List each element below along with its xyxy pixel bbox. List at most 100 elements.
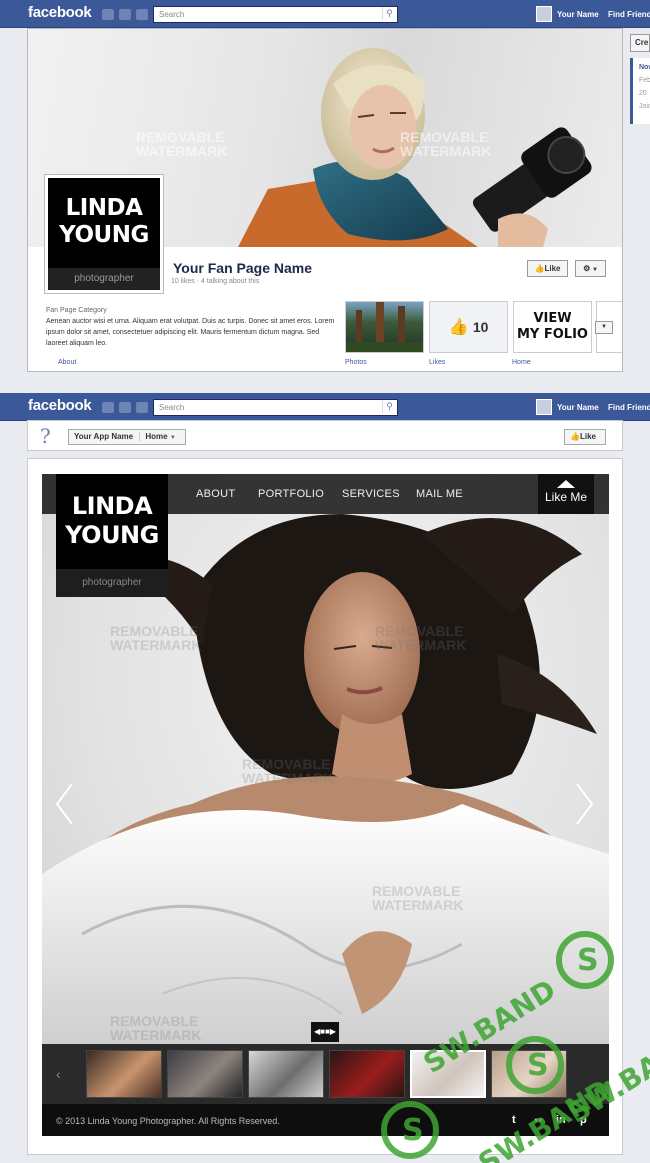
timeline-20[interactable]: 20 [633,84,650,97]
user-name[interactable]: Your Name [557,403,599,412]
search-input[interactable]: Search [153,6,398,23]
tab-home[interactable]: Home [512,359,531,366]
watermark-5: REMOVABLE WATERMARK [110,1014,202,1042]
watermark-text: WATERMARK [372,897,464,913]
like-page-button[interactable]: 👍Like [527,260,568,277]
logo-line: YOUNG [59,222,149,248]
find-friends-link[interactable]: Find Friends [608,10,650,19]
nav-mail-me[interactable]: MAIL ME [416,488,463,500]
svg-text:S: S [402,1113,424,1148]
thumb-up-icon: 👍 [448,319,469,336]
like-me-button[interactable]: Like Me [538,474,594,514]
more-tabs-button[interactable]: ▼ [595,321,613,334]
timeline-joined[interactable]: Join [633,97,650,110]
tab-photos[interactable]: Photos [345,359,367,366]
friends-icon[interactable] [102,402,114,413]
timeline-now[interactable]: Now [633,58,650,71]
arrows-icon: ◀■■▶ [314,1027,336,1036]
thumb-up-icon: 👍 [534,264,545,273]
thumbnail[interactable] [86,1050,162,1098]
find-friends-link[interactable]: Find Friends [608,403,650,412]
timeline-feb[interactable]: Feb [633,71,650,84]
timeline-nav: Now Feb 20 Join [630,58,650,124]
chevron-down-icon: ▼ [601,324,607,330]
facebook-logo[interactable]: facebook [28,4,92,21]
watermark-text: WATERMARK [400,143,492,159]
avatar[interactable] [536,399,552,415]
like-label: Like [579,432,596,441]
jewel-icons [102,9,148,20]
watermark-2: REMOVABLE WATERMARK [375,624,467,652]
jewel-icons [102,402,148,413]
app-name[interactable]: Your App Name [74,432,133,441]
watermark-1: REMOVABLE WATERMARK [110,624,202,652]
help-icon[interactable]: ? [40,424,51,448]
watermark-text: WATERMARK [242,770,334,786]
messages-icon[interactable] [119,9,131,20]
logo-name: LINDA YOUNG [56,474,168,550]
home-tab[interactable]: Home [139,432,168,441]
notifications-icon[interactable] [136,402,148,413]
about-text: Aenean auctor wisi et urna. Aliquam erat… [46,318,335,347]
copyright: © 2013 Linda Young Photographer. All Rig… [56,1116,280,1126]
site-logo[interactable]: LINDA YOUNG photographer [56,474,168,597]
watermark-text: WATERMARK [110,1027,202,1043]
thumbnail[interactable] [248,1050,324,1098]
about-section: Fan Page Category Aenean auctor wisi et … [46,305,342,349]
profile-picture[interactable]: LINDA YOUNG photographer [44,174,164,294]
watermark-2: REMOVABLE WATERMARK [400,130,492,158]
gear-menu-button[interactable]: ⚙ ▼ [575,260,606,277]
tab-likes[interactable]: Likes [429,359,445,366]
chevron-down-icon: ▼ [590,267,598,273]
nav-services[interactable]: SERVICES [342,488,400,500]
watermark-text: WATERMARK [110,637,202,653]
thumb-up-icon: 👍 [570,432,580,441]
watermark-text: WATERMARK [136,143,228,159]
profile-subtitle: photographer [48,268,160,290]
thumbnail[interactable] [167,1050,243,1098]
forest-photo [346,302,423,352]
app-like-button[interactable]: 👍Like [564,429,606,445]
next-slide-arrow[interactable] [569,780,589,830]
chevron-down-icon: ▼ [169,435,176,441]
thumbs-prev-icon[interactable]: ‹ [56,1066,61,1082]
avatar[interactable] [536,6,552,22]
likes-tile[interactable]: 👍 10 [429,301,508,353]
watermark-1: REMOVABLE WATERMARK [136,130,228,158]
folio-line: MY FOLIO [517,327,588,342]
friends-icon[interactable] [102,9,114,20]
facebook-top-bar-2: facebook Search ⚲ Your Name Find Friends [0,393,650,421]
messages-icon[interactable] [119,402,131,413]
logo-subtitle: photographer [56,569,168,597]
fan-page-timeline: REMOVABLE WATERMARK REMOVABLE WATERMARK LI… [27,28,623,372]
watermark-3: REMOVABLE WATERMARK [242,757,334,785]
search-input[interactable]: Search [153,399,398,416]
prev-slide-arrow[interactable] [62,780,82,830]
watermark-4: REMOVABLE WATERMARK [372,884,464,912]
user-name[interactable]: Your Name [557,10,599,19]
photos-tile[interactable] [345,301,424,353]
thumbnails-toggle[interactable]: ◀■■▶ [311,1022,339,1042]
logo-line: LINDA [65,195,143,221]
svg-text:S: S [527,1048,549,1083]
nav-portfolio[interactable]: PORTFOLIO [258,488,324,500]
notifications-icon[interactable] [136,9,148,20]
facebook-top-bar: facebook Search ⚲ Your Name Find Friends [0,0,650,28]
watermark-text: WATERMARK [375,637,467,653]
likes-count: 10 [472,319,489,335]
facebook-logo[interactable]: facebook [28,397,92,414]
create-page-button[interactable]: Cre [630,34,650,52]
folio-tile[interactable]: VIEW MY FOLIO [513,301,592,353]
app-breadcrumb[interactable]: Your App Name Home ▼ [68,429,186,445]
logo-line: YOUNG [65,521,159,549]
nav-about[interactable]: ABOUT [196,488,235,500]
logo-line: LINDA [71,492,153,520]
page-category: Fan Page Category [46,307,107,314]
triangle-up-icon [557,480,575,488]
profile-logo-name: LINDA YOUNG [48,178,160,249]
tab-about[interactable]: About [58,359,76,366]
app-header: ? Your App Name Home ▼ 👍Like [27,420,623,451]
like-me-label: Like Me [544,490,588,504]
page-title[interactable]: Your Fan Page Name [173,260,312,276]
page-stats: 10 likes · 4 talking about this [171,278,260,285]
